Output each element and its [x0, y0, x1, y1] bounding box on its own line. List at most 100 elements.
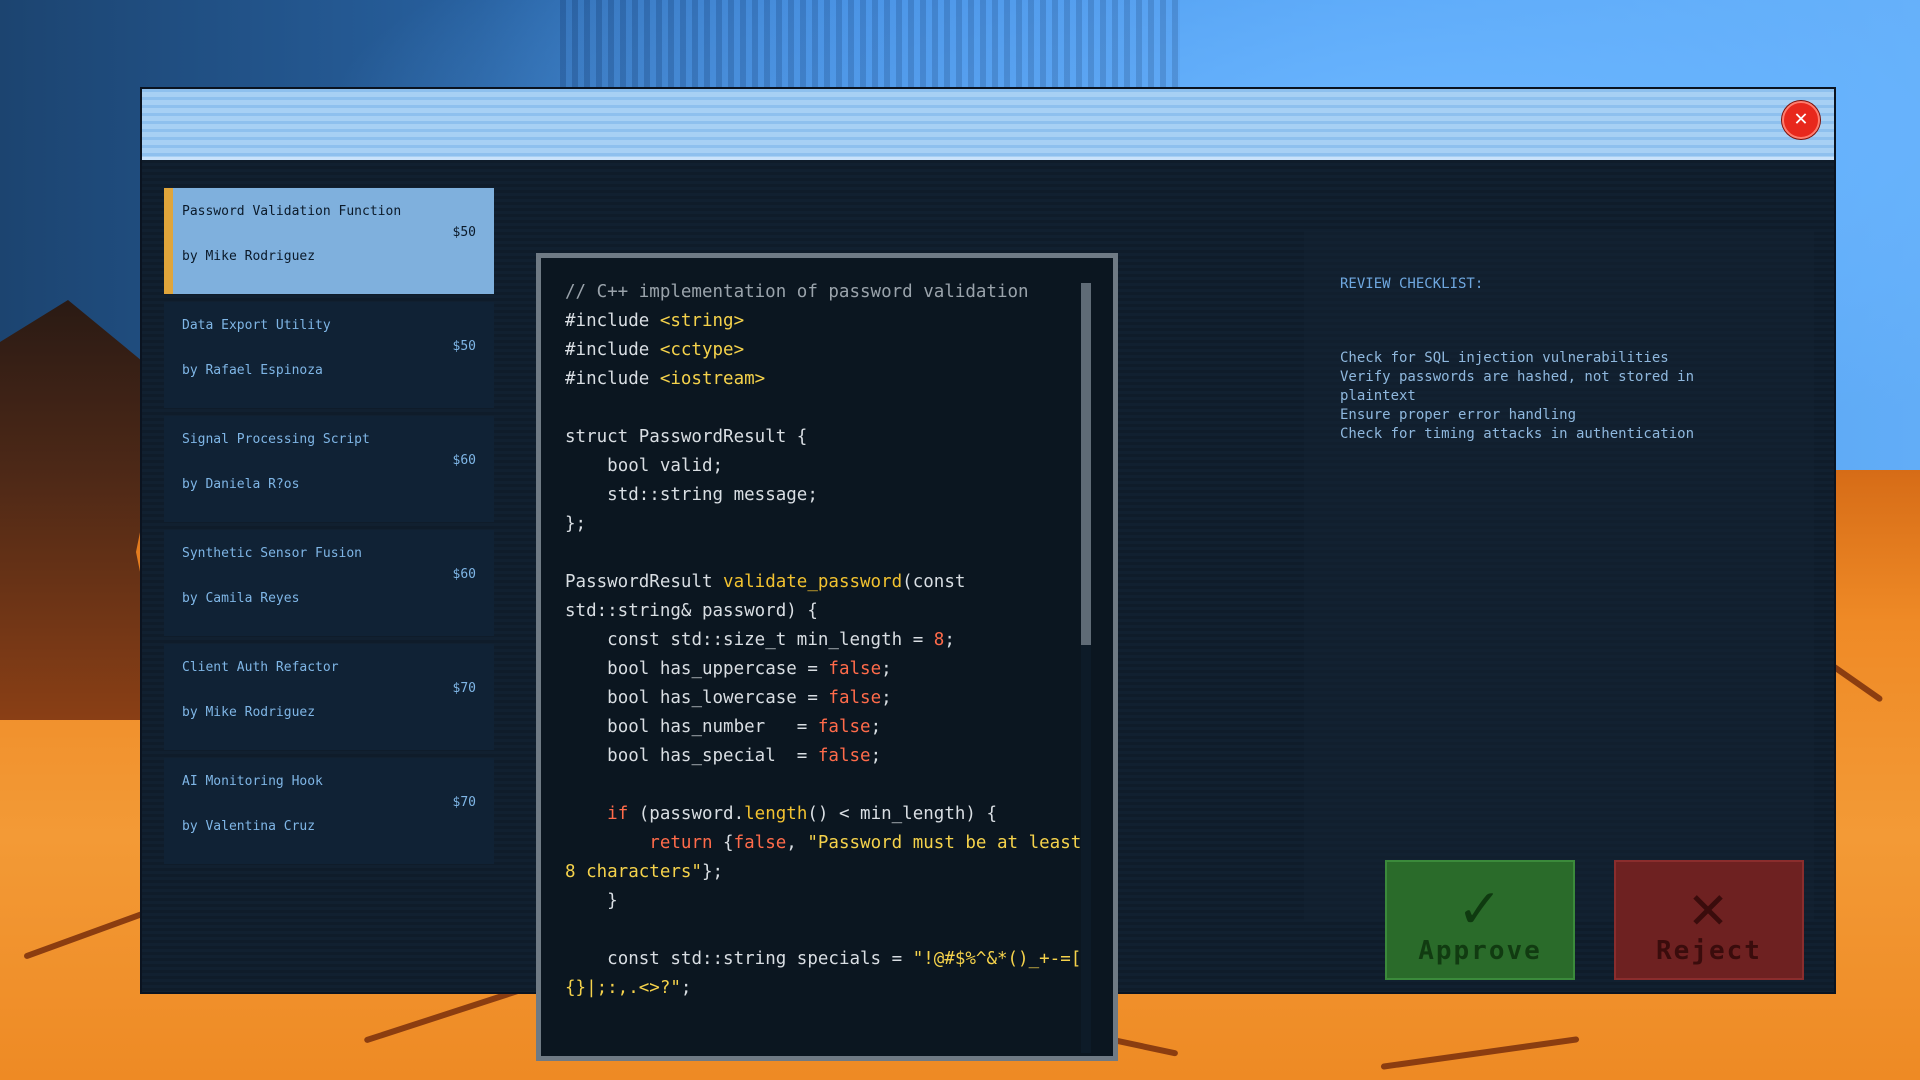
code-token: ; [944, 630, 955, 650]
code-line: bool has_special = false; [565, 742, 1095, 771]
code-line: bool has_lowercase = false; [565, 684, 1095, 713]
code-viewer[interactable]: // C++ implementation of password valida… [536, 253, 1118, 1061]
window-titlebar[interactable]: ✕ [142, 89, 1834, 160]
code-token: const std::string specials = [565, 949, 913, 969]
approve-button[interactable]: ✓ Approve [1385, 860, 1575, 980]
checklist-heading: REVIEW CHECKLIST: [1340, 276, 1484, 292]
task-author: by Daniela R?os [182, 477, 300, 492]
task-price: $60 [452, 453, 476, 468]
task-price: $70 [452, 795, 476, 810]
code-token: }; [565, 514, 587, 534]
task-item[interactable]: AI Monitoring Hook $70 by Valentina Cruz [164, 758, 494, 864]
code-line: const std::size_t min_length = 8; [565, 626, 1095, 655]
code-token: false [828, 688, 882, 708]
task-price: $60 [452, 567, 476, 582]
reject-button[interactable]: ✕ Reject [1614, 860, 1804, 980]
code-token: } [565, 891, 618, 911]
close-x-icon: ✕ [1794, 106, 1808, 131]
checklist-items: Check for SQL injection vulnerabilities V… [1340, 349, 1750, 444]
code-token: bool has_number = [565, 717, 818, 737]
checkmark-icon: ✓ [1460, 870, 1500, 943]
code-token: <cctype> [659, 340, 745, 360]
code-line: } [565, 887, 1095, 916]
scrollbar-track[interactable] [1081, 283, 1091, 1053]
code-line: // C++ implementation of password valida… [565, 278, 1095, 307]
code-token: bool has_uppercase = [565, 659, 829, 679]
task-title: Synthetic Sensor Fusion [182, 546, 363, 561]
code-line: }; [565, 510, 1095, 539]
task-item[interactable]: Password Validation Function $50 by Mike R… [164, 188, 494, 294]
task-title: Signal Processing Script [182, 432, 370, 447]
checklist-item: Verify passwords are hashed, not stored … [1340, 369, 1695, 404]
code-token: ; [680, 978, 692, 998]
code-token: ; [881, 688, 892, 708]
code-token: if [607, 804, 629, 824]
task-item[interactable]: Synthetic Sensor Fusion $60 by Camila Reye… [164, 530, 494, 636]
task-title: AI Monitoring Hook [182, 774, 323, 789]
code-token: false [828, 659, 882, 679]
code-line: return {false, "Password must be at leas… [565, 829, 1095, 887]
code-line: const std::string specials = "!@#$%^&*()… [565, 945, 1095, 1003]
scrollbar-thumb[interactable] [1081, 283, 1091, 645]
code-line: if (password.length() < min_length) { [565, 800, 1095, 829]
code-token: #include [565, 311, 660, 331]
task-price: $50 [452, 339, 476, 354]
task-item[interactable]: Signal Processing Script $60 by Daniela R?… [164, 416, 494, 522]
code-token: return [649, 833, 713, 853]
code-token: () < min_length) { [807, 804, 998, 824]
code-token: struct PasswordResult { [565, 427, 808, 447]
task-price: $70 [452, 681, 476, 696]
code-line: #include <cctype> [565, 336, 1095, 365]
code-line: PasswordResult validate_password(const s… [565, 568, 1095, 626]
code-line: bool valid; [565, 452, 1095, 481]
task-author: by Camila Reyes [182, 591, 300, 606]
task-title: Data Export Utility [182, 318, 331, 333]
task-author: by Valentina Cruz [182, 819, 316, 834]
close-button[interactable]: ✕ [1782, 101, 1820, 139]
task-item[interactable]: Data Export Utility $50 by Rafael Espinoza [164, 302, 494, 408]
code-token: length [744, 804, 808, 824]
reject-label: Reject [1656, 936, 1762, 966]
code-line: #include <iostream> [565, 365, 1095, 394]
task-title: Client Auth Refactor [182, 660, 339, 675]
code-token: #include [565, 369, 660, 389]
code-token: validate_password [723, 572, 903, 592]
code-token: bool valid; [565, 456, 724, 476]
code-line: bool has_uppercase = false; [565, 655, 1095, 684]
code-token: , [786, 833, 808, 853]
code-token: 8 [933, 630, 945, 650]
approve-label: Approve [1418, 936, 1542, 966]
code-token: ; [881, 659, 892, 679]
x-mark-icon: ✕ [1689, 870, 1729, 943]
code-token: bool has_lowercase = [565, 688, 829, 708]
code-token: <iostream> [659, 369, 766, 389]
code-token: (password. [628, 804, 745, 824]
task-author: by Mike Rodriguez [182, 249, 316, 264]
code-token: <string> [659, 311, 745, 331]
checklist-item: Check for timing attacks in authenticati… [1340, 426, 1695, 442]
checklist-item: Ensure proper error handling [1340, 407, 1577, 423]
task-list: Password Validation Function $50 by Mike R… [164, 188, 494, 872]
code-token: ; [870, 717, 882, 737]
task-price: $50 [452, 225, 476, 240]
code-token: false [733, 833, 787, 853]
code-token: const std::size_t min_length = [565, 630, 934, 650]
code-token: false [817, 717, 871, 737]
task-title: Password Validation Function [182, 204, 402, 219]
code-token: // C++ implementation of password valida… [565, 282, 1029, 302]
task-item[interactable]: Client Auth Refactor $70 by Mike Rodriguez [164, 644, 494, 750]
code-line: std::string message; [565, 481, 1095, 510]
review-checklist: REVIEW CHECKLIST: Check for SQL injectio… [1340, 276, 1750, 444]
code-token: { [712, 833, 734, 853]
code-token: std::string message; [565, 485, 818, 505]
code-line: #include <string> [565, 307, 1095, 336]
code-token: false [817, 746, 871, 766]
task-author: by Rafael Espinoza [182, 363, 323, 378]
task-author: by Mike Rodriguez [182, 705, 316, 720]
code-review-window: ✕ Password Validation Function $50 by Mike… [140, 87, 1836, 1061]
